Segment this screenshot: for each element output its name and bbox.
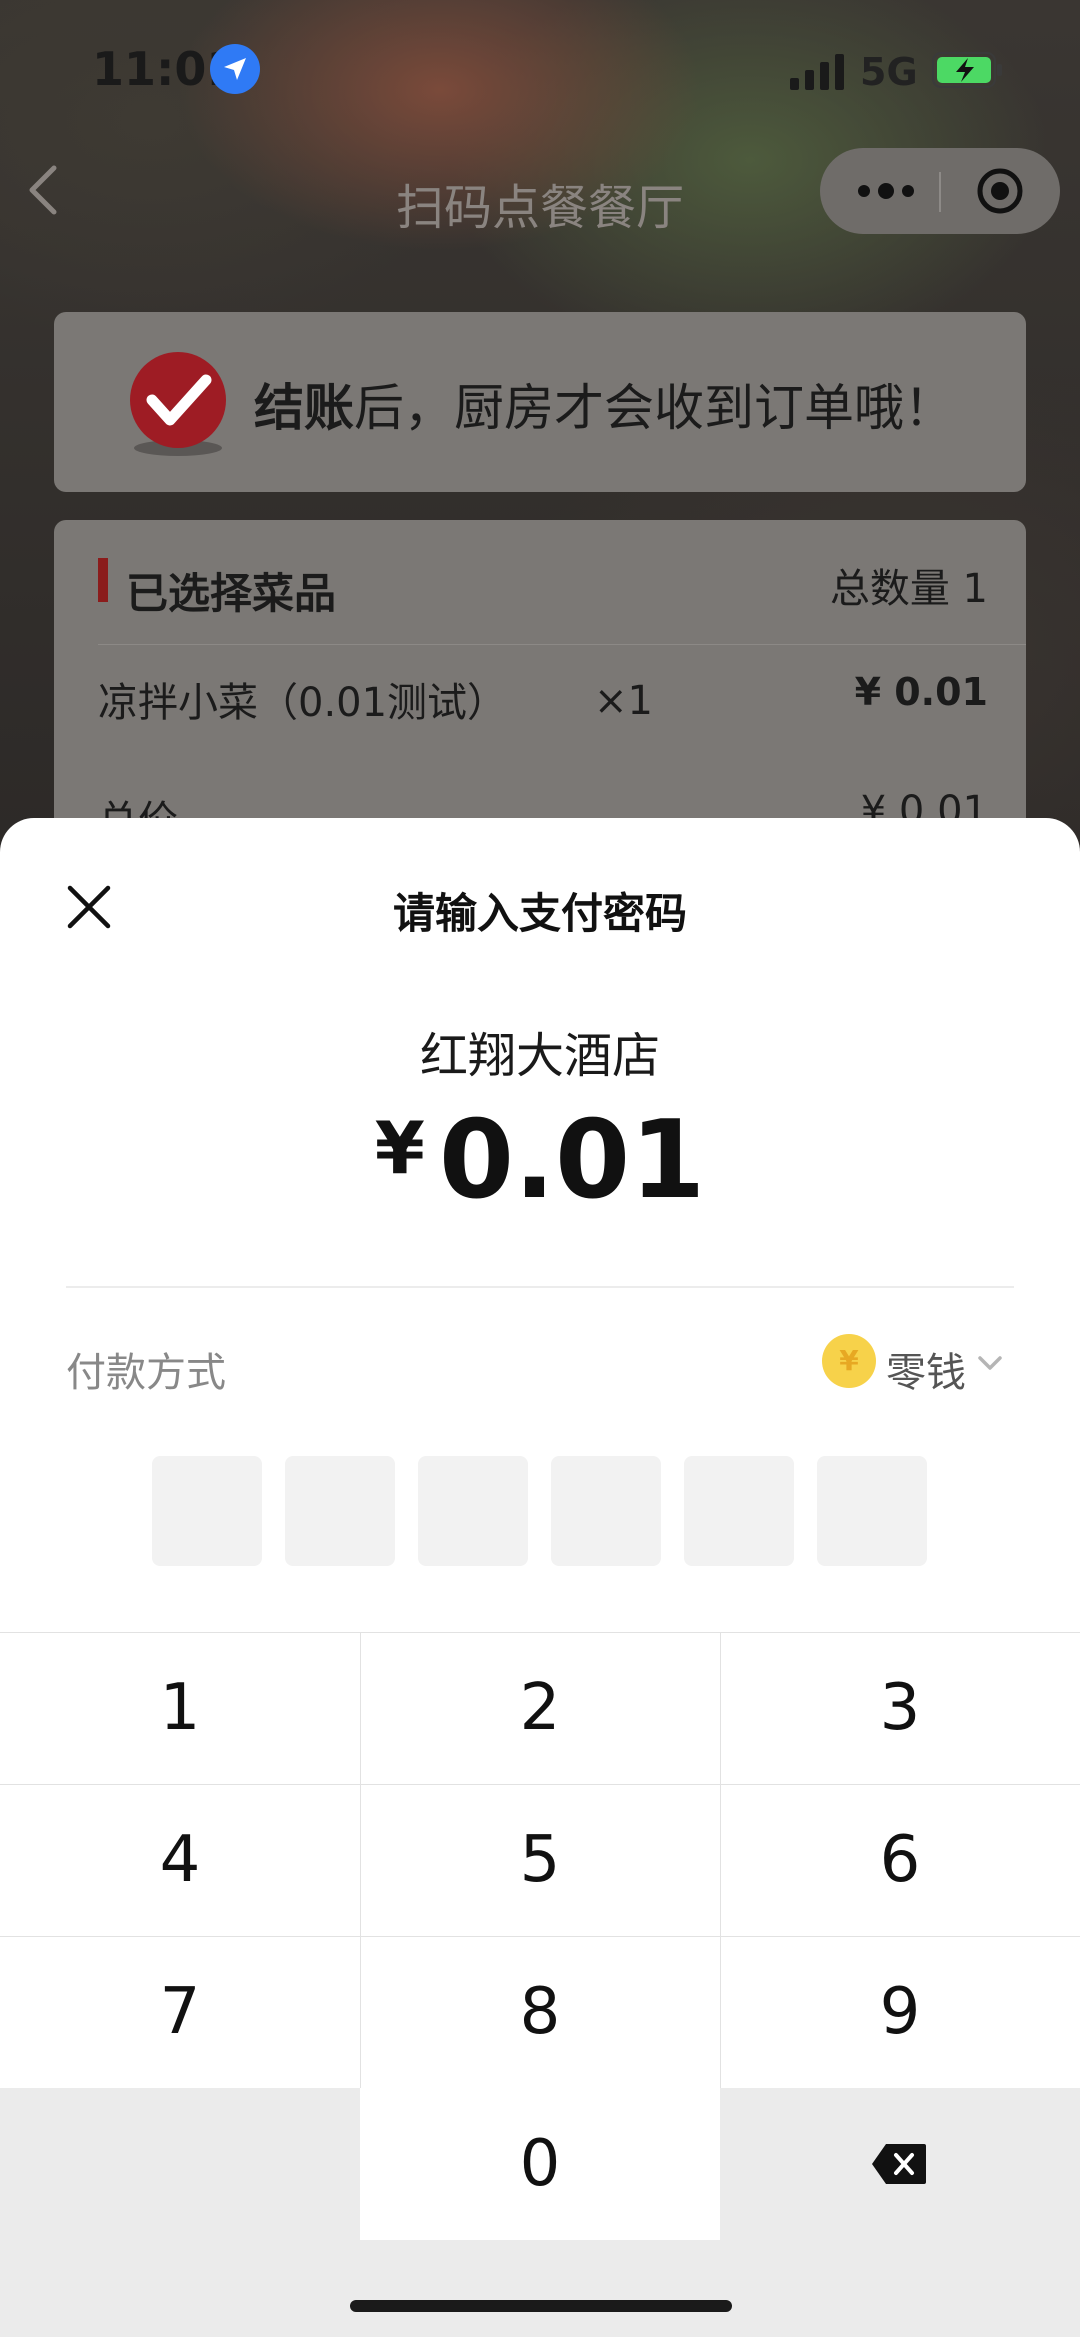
sheet-title: 请输入支付密码 [392, 889, 687, 938]
target-icon[interactable] [975, 166, 1025, 216]
key-1[interactable]: 1 [0, 1632, 360, 1784]
key-2[interactable]: 2 [360, 1632, 720, 1784]
key-8[interactable]: 8 [360, 1936, 720, 2088]
pin-digit-box[interactable] [817, 1456, 927, 1566]
banner-rest: 后，厨房才会收到订单哦！ [354, 379, 954, 437]
payment-method-label: 付款方式 [66, 1350, 226, 1396]
merchant-name: 红翔大酒店 [419, 1028, 660, 1084]
miniprogram-capsule [820, 148, 1060, 234]
more-dots-icon[interactable] [856, 182, 916, 200]
item-price: ¥ 0.01 [854, 670, 988, 714]
keypad-divider [720, 1632, 721, 2088]
amount-value: 0.01 [438, 1098, 706, 1223]
home-indicator [350, 2300, 732, 2312]
key-6[interactable]: 6 [720, 1784, 1080, 1936]
battery-charging-icon [932, 52, 1002, 88]
checkout-notice-banner: 结账后，厨房才会收到订单哦！ [54, 312, 1026, 492]
location-arrow-icon [210, 44, 260, 94]
coin-icon[interactable]: ¥ [822, 1334, 876, 1388]
key-4[interactable]: 4 [0, 1784, 360, 1936]
key-backspace[interactable] [720, 2088, 1080, 2240]
section-accent-bar [98, 558, 108, 602]
pin-digit-box[interactable] [285, 1456, 395, 1566]
capsule-divider [939, 172, 941, 212]
row-divider [98, 644, 1026, 645]
keypad-divider [0, 1632, 1080, 1633]
pin-digit-box[interactable] [152, 1456, 262, 1566]
backspace-icon [872, 2144, 926, 2184]
signal-icon [790, 54, 844, 90]
key-9[interactable]: 9 [720, 1936, 1080, 2088]
key-0[interactable]: 0 [360, 2088, 720, 2240]
item-name: 凉拌小菜（0.01测试） [98, 680, 508, 726]
network-label: 5G [860, 50, 918, 94]
currency-symbol: ¥ [374, 1106, 425, 1190]
pin-digit-box[interactable] [684, 1456, 794, 1566]
item-quantity: ×1 [594, 678, 653, 724]
payment-method-value[interactable]: 零钱 [886, 1340, 966, 1398]
chevron-down-icon[interactable] [974, 1352, 1006, 1376]
pin-digit-box[interactable] [551, 1456, 661, 1566]
keypad-divider [360, 1632, 361, 2088]
selected-dishes-title: 已选择菜品 [126, 569, 337, 618]
keypad-divider [0, 1936, 1080, 1937]
banner-message: 结账后，厨房才会收到订单哦！ [254, 368, 954, 440]
banner-bold: 结账 [254, 379, 354, 437]
total-quantity: 总数量 1 [829, 566, 988, 612]
pin-digit-box[interactable] [418, 1456, 528, 1566]
key-empty [0, 2088, 360, 2240]
numeric-keypad: 1 2 3 4 5 6 7 8 9 0 [0, 1632, 1080, 2337]
checkmark-icon [130, 352, 226, 456]
key-5[interactable]: 5 [360, 1784, 720, 1936]
payment-amount: ¥0.01 [0, 1098, 1080, 1223]
key-7[interactable]: 7 [0, 1936, 360, 2088]
sheet-divider [66, 1286, 1014, 1288]
key-3[interactable]: 3 [720, 1632, 1080, 1784]
keypad-divider [0, 1784, 1080, 1785]
